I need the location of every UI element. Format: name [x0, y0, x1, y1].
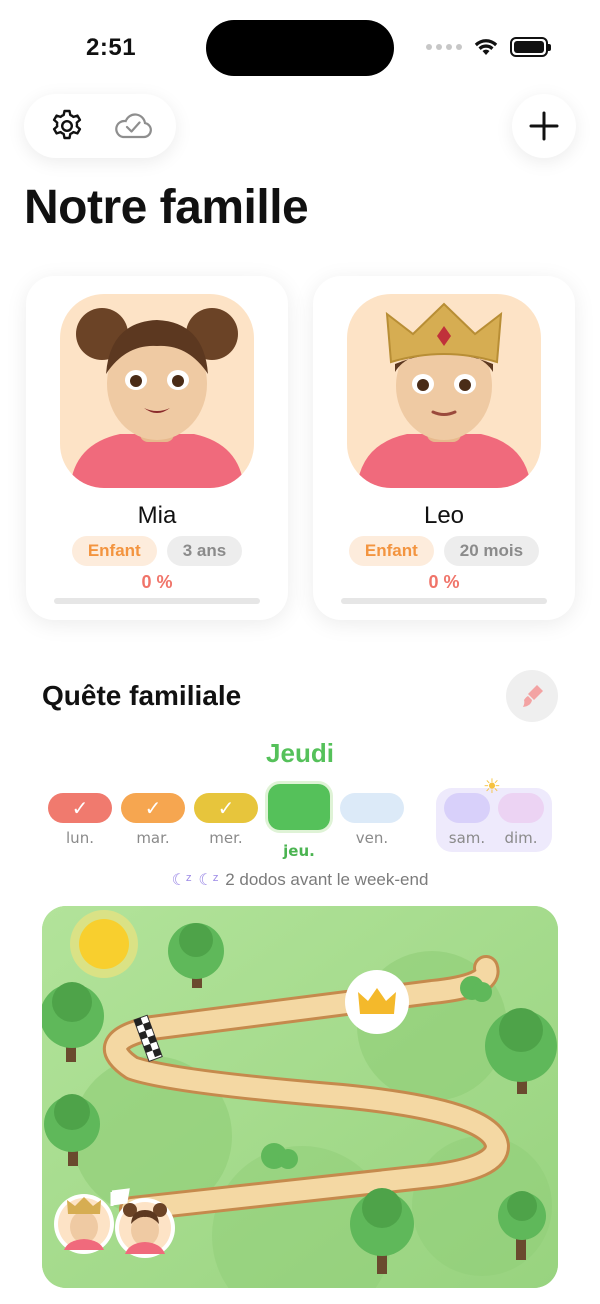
brush-icon — [523, 685, 543, 707]
current-day-title: Jeudi — [266, 738, 334, 768]
today-marker — [268, 784, 330, 830]
member-name: Leo — [423, 502, 465, 529]
player-avatar-mia — [115, 1198, 175, 1258]
sleeps-text: 2 dodos avant le week-end — [225, 870, 429, 889]
day-label: ven. — [355, 829, 389, 847]
check-icon: ✓ — [121, 793, 185, 823]
day-label: sam. — [448, 829, 486, 847]
sleeps-until-weekend: ☾ᶻ ☾ᶻ 2 dodos avant le week-end — [0, 870, 600, 890]
day-pill — [498, 793, 544, 823]
signal-icon — [426, 44, 462, 50]
day-pill — [340, 793, 404, 823]
progress-bar — [341, 598, 547, 604]
dynamic-island — [206, 20, 394, 76]
page-title: Notre famille — [24, 181, 309, 234]
status-bar: 2:51 — [0, 0, 600, 90]
plus-icon — [529, 111, 559, 141]
day-label: mer. — [209, 829, 243, 847]
member-card-mia[interactable]: Mia Enfant 3 ans 0 % — [26, 276, 288, 620]
player-avatar-leo — [54, 1194, 114, 1254]
quest-map[interactable] — [42, 906, 558, 1288]
top-toolbar — [24, 94, 176, 158]
day-pill — [444, 793, 490, 823]
child-avatar-image — [70, 308, 244, 488]
cloud-check-icon — [115, 113, 152, 139]
day-label: jeu. — [283, 842, 315, 860]
progress-percent: 0 % — [141, 572, 173, 592]
customize-quest-button[interactable] — [506, 670, 558, 722]
day-label: mar. — [136, 829, 170, 847]
member-name: Mia — [137, 502, 177, 529]
wifi-icon — [474, 39, 498, 55]
status-icons — [426, 37, 551, 57]
quest-map-illustration — [42, 906, 558, 1288]
progress-percent: 0 % — [428, 572, 460, 592]
child-avatar-image — [357, 302, 531, 488]
add-member-button[interactable] — [512, 94, 576, 158]
gear-icon — [52, 109, 82, 140]
day-tuesday[interactable]: ✓ mar. — [121, 793, 185, 847]
age-badge: 20 mois — [443, 536, 540, 566]
avatar — [60, 294, 254, 488]
status-time: 2:51 — [86, 34, 137, 61]
day-saturday[interactable]: sam. — [444, 793, 490, 847]
avatar — [347, 294, 541, 488]
day-friday[interactable]: ven. — [340, 793, 404, 847]
role-badge: Enfant — [348, 536, 434, 566]
day-label: lun. — [66, 829, 94, 847]
progress-bar — [54, 598, 260, 604]
sync-button[interactable] — [109, 102, 157, 150]
settings-button[interactable] — [43, 102, 91, 150]
day-thursday[interactable]: jeu. — [266, 784, 332, 860]
check-icon: ✓ — [48, 793, 112, 823]
check-icon: ✓ — [194, 793, 258, 823]
moon-icon: ☾ᶻ — [171, 872, 192, 889]
day-monday[interactable]: ✓ lun. — [48, 793, 112, 847]
quest-title: Quête familiale — [42, 680, 242, 711]
battery-icon — [510, 37, 551, 57]
age-badge: 3 ans — [166, 536, 243, 566]
day-sunday[interactable]: dim. — [498, 793, 544, 847]
day-wednesday[interactable]: ✓ mer. — [194, 793, 258, 847]
member-card-leo[interactable]: Leo Enfant 20 mois 0 % — [313, 276, 575, 620]
moon-icon: ☾ᶻ — [198, 872, 219, 889]
role-badge: Enfant — [71, 536, 157, 566]
day-label: dim. — [504, 829, 538, 847]
